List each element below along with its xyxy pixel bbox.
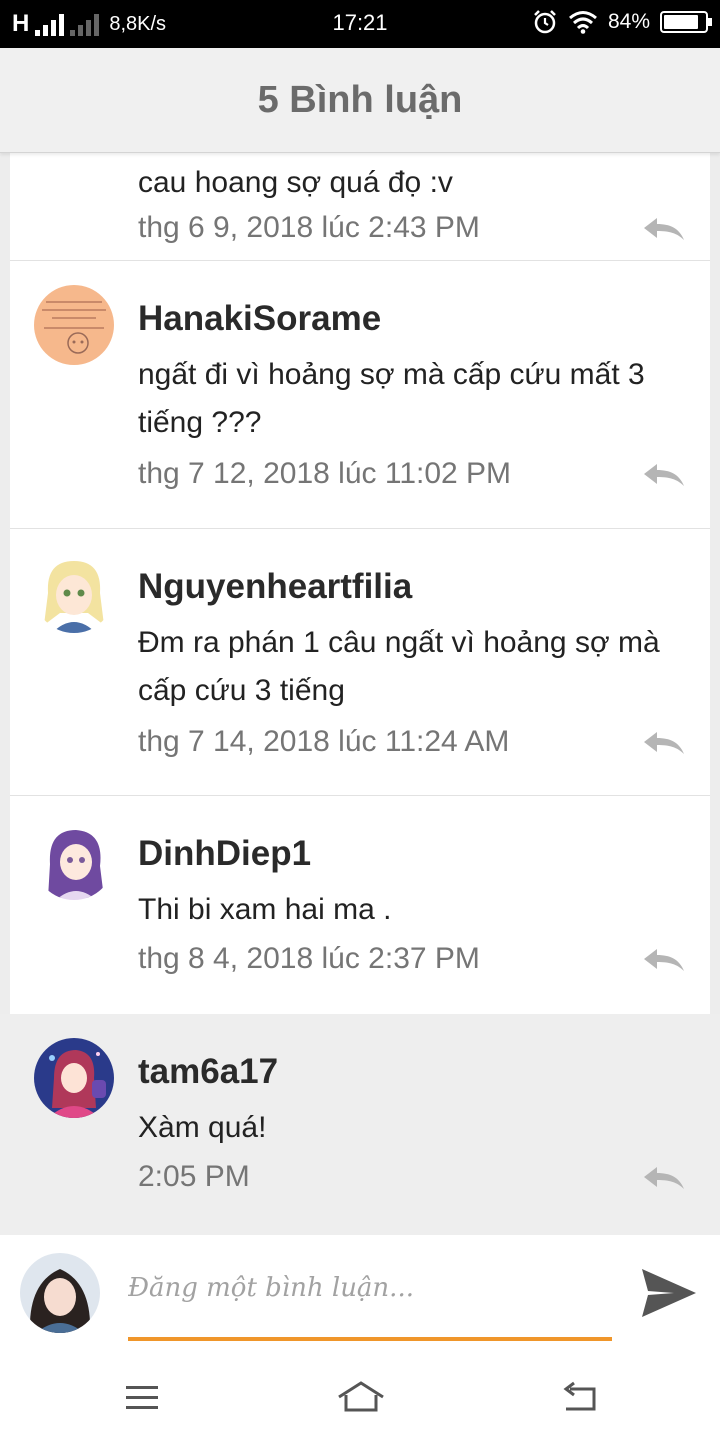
comment-composer: [0, 1235, 720, 1355]
input-underline: [128, 1337, 612, 1341]
status-bar: H 8,8K/s 17:21 84%: [0, 0, 720, 48]
comment-item: cau hoang sợ quá đọ :v thg 6 9, 2018 lúc…: [10, 153, 710, 261]
reply-icon[interactable]: [642, 946, 686, 974]
avatar[interactable]: [34, 285, 114, 365]
comment-item-highlighted: tam6a17 Xàm quá! 2:05 PM: [0, 1014, 720, 1235]
comment-item: HanakiSorame ngất đi vì hoảng sợ mà cấp …: [10, 261, 710, 529]
battery-icon: [660, 11, 712, 33]
avatar-image: [34, 1038, 114, 1118]
comment-timestamp: thg 8 4, 2018 lúc 2:37 PM: [138, 942, 480, 975]
comment-username[interactable]: DinhDiep1: [138, 834, 311, 874]
avatar-image: [20, 1253, 100, 1333]
comment-timestamp: 2:05 PM: [138, 1160, 250, 1193]
back-icon[interactable]: [558, 1377, 602, 1417]
avatar[interactable]: [34, 553, 114, 633]
avatar[interactable]: [34, 1038, 114, 1118]
comment-timestamp: thg 7 14, 2018 lúc 11:24 AM: [138, 725, 510, 758]
wifi-icon: [569, 11, 597, 34]
comment-timestamp: thg 7 12, 2018 lúc 11:02 PM: [138, 457, 512, 490]
system-nav-bar: [0, 1355, 720, 1440]
menu-icon[interactable]: [120, 1377, 164, 1417]
reply-icon[interactable]: [642, 1164, 686, 1192]
comment-username[interactable]: Nguyenheartfilia: [138, 567, 412, 607]
avatar[interactable]: [34, 820, 114, 900]
comment-text: ngất đi vì hoảng sợ mà cấp cứu mất 3 tiế…: [138, 358, 645, 439]
page-title: 5 Bình luận: [257, 78, 463, 121]
comment-input[interactable]: [128, 1263, 612, 1313]
comment-username[interactable]: HanakiSorame: [138, 299, 381, 339]
comment-item: DinhDiep1 Thi bi xam hai ma . thg 8 4, 2…: [10, 796, 710, 1014]
reply-icon[interactable]: [642, 461, 686, 489]
current-user-avatar: [20, 1253, 100, 1333]
app-header: 5 Bình luận: [0, 48, 720, 153]
comment-text: Thi bi xam hai ma .: [138, 893, 392, 926]
reply-icon[interactable]: [642, 729, 686, 757]
battery-fill: [664, 15, 698, 29]
send-icon[interactable]: [638, 1265, 698, 1321]
comment-text: Xàm quá!: [138, 1111, 267, 1144]
comment-text: cau hoang sợ quá đọ :v: [138, 166, 453, 199]
comment-timestamp: thg 6 9, 2018 lúc 2:43 PM: [138, 211, 480, 244]
home-icon[interactable]: [336, 1377, 386, 1417]
comment-list[interactable]: cau hoang sợ quá đọ :v thg 6 9, 2018 lúc…: [0, 153, 720, 1235]
avatar-image: [34, 285, 114, 365]
avatar-image: [34, 553, 114, 633]
reply-icon[interactable]: [642, 215, 686, 243]
comment-username[interactable]: tam6a17: [138, 1052, 278, 1092]
alarm-icon: [534, 10, 556, 34]
battery-percent: 84%: [607, 10, 650, 33]
comment-item: Nguyenheartfilia Đm ra phán 1 câu ngất v…: [10, 529, 710, 796]
comment-text: Đm ra phán 1 câu ngất vì hoảng sợ mà cấp…: [138, 626, 660, 707]
avatar-image: [34, 820, 114, 900]
system-indicators: 84%: [532, 9, 712, 35]
